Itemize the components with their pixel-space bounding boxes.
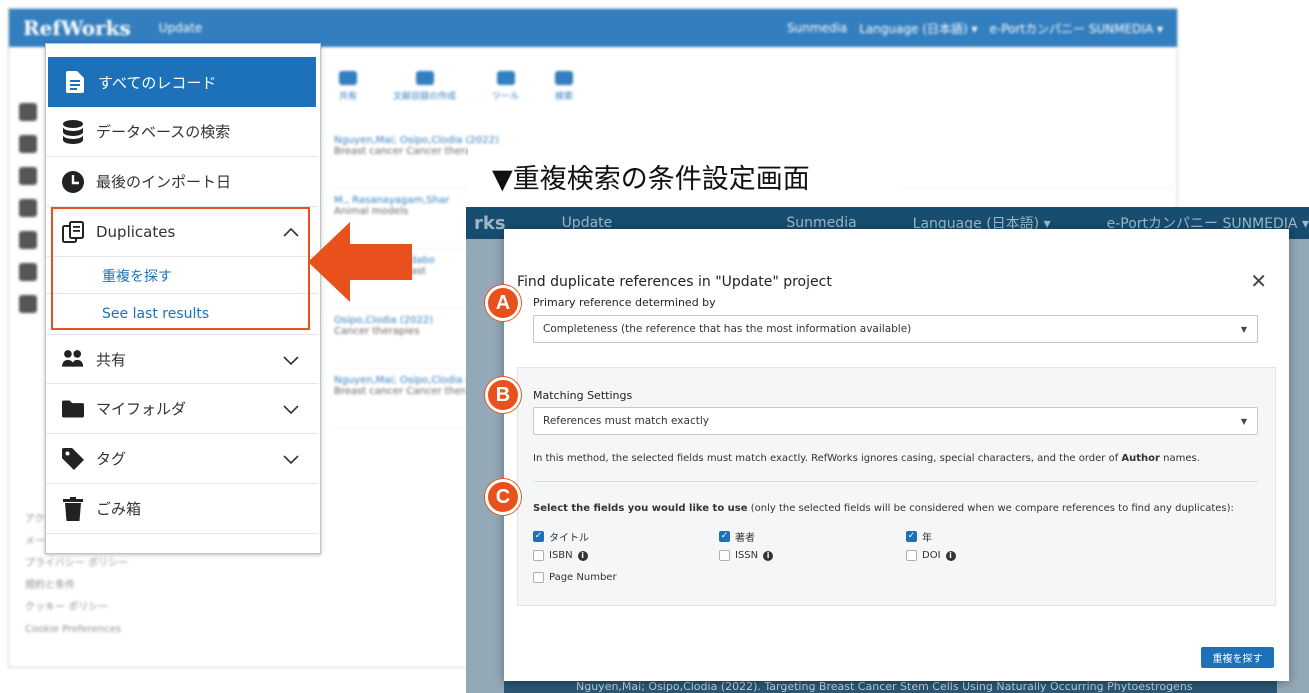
footer-link[interactable]: クッキー ポリシー [25,597,128,619]
app-user[interactable]: Sunmedia [787,21,847,35]
footer-link[interactable]: プライバシー ポリシー [25,553,128,575]
menu-label: ごみ箱 [96,500,142,518]
chevron-down-icon[interactable] [282,450,300,468]
app-language[interactable]: Language (日本語) ▾ [859,20,977,37]
menu-label: すべてのレコード [98,73,217,92]
info-icon[interactable]: i [577,550,588,561]
checkbox-checked-icon[interactable]: ✓ [906,531,917,542]
info-icon[interactable]: i [763,550,774,561]
fields-instruction: Select the fields you would like to use … [533,503,1234,514]
checkbox-empty-icon[interactable] [719,550,730,561]
menu-item-db-search[interactable]: データベースの検索 [46,107,318,157]
checkbox-empty-icon[interactable] [533,572,544,583]
info-icon[interactable]: i [945,550,956,561]
find-duplicates-button[interactable]: 重複を探す [1201,647,1274,668]
matching-settings-select[interactable]: References must match exactly ▼ [533,407,1258,435]
footer-link[interactable]: 規約と条件 [25,575,128,597]
select-value: Completeness (the reference that has the… [543,323,912,335]
chevron-down-icon[interactable] [282,400,300,418]
menu-label: データベースの検索 [96,123,231,141]
matching-settings-label: Matching Settings [533,389,633,402]
checkbox-checked-icon[interactable]: ✓ [533,531,544,542]
close-icon[interactable]: ✕ [1250,269,1267,293]
chevron-down-icon[interactable] [282,351,300,369]
matching-description: In this method, the selected fields must… [533,453,1200,464]
menu-label: 最後のインポート日 [96,173,232,191]
menu-item-all-records[interactable]: すべてのレコード [48,57,316,107]
app-logo: RefWorks [23,16,131,40]
divider [533,481,1258,482]
menu-item-my-folders[interactable]: マイフォルダ [46,384,318,434]
menu-item-tags[interactable]: タグ [46,434,318,484]
backdrop-reference-text: Nguyen,Mai; Osipo,Clodia (2022). Targeti… [576,680,1193,693]
menu-item-trash[interactable]: ごみ箱 [46,484,318,534]
menu-item-shared[interactable]: 共有 [46,334,318,384]
backdrop-logo: rks [474,212,506,234]
menu-label: タグ [96,450,127,468]
clock-icon [62,169,84,195]
app-toolbar: 共有 文献目録の作成 ツール 検索 [339,71,573,102]
footer-link[interactable]: Cookie Preferences [25,619,128,641]
checkbox-year[interactable]: ✓ 年 [906,529,932,544]
menu-label: マイフォルダ [96,400,187,418]
checkbox-author[interactable]: ✓ 著者 [719,529,755,544]
toolbar-item[interactable]: 共有 [339,71,357,102]
app-org[interactable]: e-Portカンパニー SUNMEDIA ▾ [990,20,1163,37]
matching-settings-panel [517,367,1276,606]
checkbox-doi[interactable]: DOI i [906,550,956,561]
tag-icon [62,446,84,472]
checkbox-checked-icon[interactable]: ✓ [719,531,730,542]
primary-reference-label: Primary reference determined by [533,296,716,309]
caret-down-icon: ▼ [1240,417,1247,426]
toolbar-item[interactable]: ツール [492,71,519,102]
checkbox-empty-icon[interactable] [906,550,917,561]
arrow-left-icon [308,222,412,302]
badge-b: B [485,377,521,413]
checkbox-title[interactable]: ✓ タイトル [533,529,589,544]
badge-a: A [485,285,521,321]
caption-label: ▼重複検索の条件設定画面 [468,145,898,207]
dialog-title: Find duplicate references in "Update" pr… [517,274,832,290]
users-icon [62,346,84,372]
checkbox-empty-icon[interactable] [533,550,544,561]
checkbox-issn[interactable]: ISSN i [719,550,774,561]
toolbar-item[interactable]: 文献目録の作成 [393,71,456,102]
trash-icon [62,496,84,522]
app-project[interactable]: Update [159,21,202,35]
menu-label: 共有 [96,350,127,369]
folder-icon [62,396,84,422]
select-value: References must match exactly [543,415,709,427]
checkbox-page-number[interactable]: Page Number [533,572,617,583]
document-icon [64,69,86,95]
toolbar-item[interactable]: 検索 [555,71,573,102]
find-duplicates-dialog: Find duplicate references in "Update" pr… [504,229,1289,681]
menu-item-last-import[interactable]: 最後のインポート日 [46,157,318,207]
duplicates-highlight-box [51,207,310,330]
app-header: RefWorks Update Sunmedia Language (日本語) … [9,9,1177,47]
database-icon [62,119,84,145]
primary-reference-select[interactable]: Completeness (the reference that has the… [533,315,1258,343]
checkbox-isbn[interactable]: ISBN i [533,550,588,561]
badge-c: C [485,479,521,515]
caret-down-icon: ▼ [1240,325,1247,334]
